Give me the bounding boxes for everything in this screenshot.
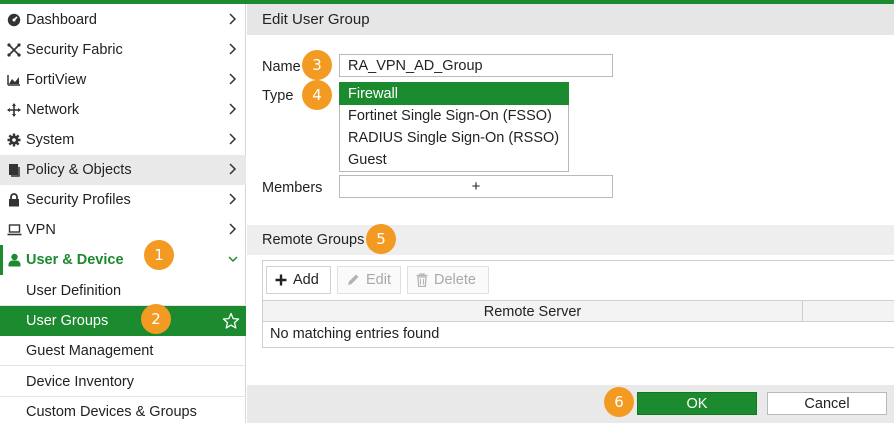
chevron-down-icon <box>228 256 238 263</box>
plus-icon <box>275 274 287 286</box>
security-fabric-icon <box>5 42 23 58</box>
edit-button-label: Edit <box>366 272 391 288</box>
sidebar-subitem-label: User Definition <box>26 282 122 299</box>
type-option-label: Fortinet Single Sign-On (FSSO) <box>348 108 552 124</box>
sidebar-item-vpn[interactable]: VPN <box>0 215 246 245</box>
chevron-right-icon <box>229 223 237 235</box>
edit-button[interactable]: Edit <box>337 266 401 294</box>
sidebar-item-dashboard[interactable]: Dashboard <box>0 5 246 35</box>
sidebar-subitem-label: User Groups <box>26 313 109 329</box>
sidebar-item-label: FortiView <box>26 72 87 88</box>
page-title: Edit User Group <box>247 4 894 35</box>
name-input[interactable]: RA_VPN_AD_Group <box>339 54 613 77</box>
trash-icon <box>416 273 428 287</box>
cancel-button[interactable]: Cancel <box>767 392 887 415</box>
sidebar-subitem-guest-management[interactable]: Guest Management <box>0 336 246 366</box>
page-title-text: Edit User Group <box>262 11 370 28</box>
type-label: Type <box>262 88 294 104</box>
user-icon <box>5 252 23 268</box>
sidebar-subitem-device-inventory[interactable]: Device Inventory <box>0 367 246 397</box>
sidebar-subitem-custom-devices-groups[interactable]: Custom Devices & Groups <box>0 397 246 423</box>
star-icon[interactable] <box>222 312 240 330</box>
chevron-right-icon <box>229 103 237 115</box>
sidebar-subitem-label: Custom Devices & Groups <box>26 404 197 420</box>
table-empty-message: No matching entries found <box>270 323 439 345</box>
sidebar-item-label: Policy & Objects <box>26 162 132 178</box>
add-button-label: Add <box>293 272 319 288</box>
laptop-icon <box>5 222 23 238</box>
sidebar-item-label: Security Profiles <box>26 192 131 208</box>
column-header-groups[interactable] <box>803 301 894 322</box>
name-label: Name <box>262 59 301 75</box>
chevron-right-icon <box>229 43 237 55</box>
annotation-badge: 4 <box>302 80 332 110</box>
type-option-rsso[interactable]: RADIUS Single Sign-On (RSSO) <box>339 127 569 150</box>
sidebar-item-fortiview[interactable]: FortiView <box>0 65 246 95</box>
chevron-right-icon <box>229 13 237 25</box>
annotation-badge: 5 <box>366 224 396 254</box>
chevron-right-icon <box>229 133 237 145</box>
fortiview-icon <box>5 72 23 88</box>
annotation-badge: 1 <box>144 240 174 270</box>
type-option-label: RADIUS Single Sign-On (RSSO) <box>348 130 560 146</box>
annotation-badge: 2 <box>141 304 171 334</box>
sidebar-item-policy-objects[interactable]: Policy & Objects <box>0 155 246 185</box>
annotation-badge: 6 <box>604 387 634 417</box>
pencil-icon <box>348 274 359 285</box>
sidebar: Dashboard Security Fabric FortiView Netw… <box>0 4 246 423</box>
sidebar-subitem-label: Guest Management <box>26 342 154 359</box>
ok-button[interactable]: OK <box>637 392 757 415</box>
empty-message-text: No matching entries found <box>270 326 440 342</box>
lock-icon <box>5 192 23 208</box>
sidebar-item-label: System <box>26 132 75 148</box>
sidebar-item-label: Dashboard <box>26 12 97 28</box>
sidebar-item-network[interactable]: Network <box>0 95 246 125</box>
type-option-label: Firewall <box>348 85 398 102</box>
dashboard-icon <box>5 12 23 28</box>
sidebar-item-system[interactable]: System <box>0 125 246 155</box>
type-option-label: Guest <box>348 152 387 168</box>
sidebar-subitem-label: Device Inventory <box>26 373 134 390</box>
remote-groups-header: Remote Groups <box>247 225 894 255</box>
name-input-value: RA_VPN_AD_Group <box>348 57 483 74</box>
sidebar-subitem-user-groups[interactable]: User Groups <box>0 306 246 336</box>
add-button[interactable]: Add <box>266 266 331 294</box>
table-header-row: Remote Server <box>263 300 894 322</box>
delete-button[interactable]: Delete <box>407 266 489 294</box>
type-option-guest[interactable]: Guest <box>339 149 569 172</box>
policy-icon <box>5 162 23 178</box>
sidebar-item-label: VPN <box>26 222 56 238</box>
column-header-remote-server[interactable]: Remote Server <box>263 301 802 322</box>
sidebar-item-user-device[interactable]: User & Device <box>0 245 246 275</box>
members-add-field[interactable]: + <box>339 175 613 198</box>
sidebar-item-label: Security Fabric <box>26 42 123 58</box>
annotation-badge: 3 <box>302 50 332 80</box>
sidebar-item-label: Network <box>26 102 80 118</box>
type-option-fsso[interactable]: Fortinet Single Sign-On (FSSO) <box>339 105 569 128</box>
chevron-right-icon <box>229 163 237 175</box>
gear-icon <box>5 132 23 148</box>
remote-groups-title: Remote Groups <box>262 232 365 248</box>
delete-button-label: Delete <box>434 272 476 288</box>
sidebar-item-security-fabric[interactable]: Security Fabric <box>0 35 246 65</box>
ok-button-label: OK <box>686 395 708 412</box>
cancel-button-label: Cancel <box>804 395 850 412</box>
plus-icon: + <box>471 178 481 195</box>
type-option-firewall[interactable]: Firewall <box>339 82 569 105</box>
members-label: Members <box>262 180 323 196</box>
chevron-right-icon <box>229 193 237 205</box>
sidebar-item-security-profiles[interactable]: Security Profiles <box>0 185 246 215</box>
column-header-label: Remote Server <box>483 303 582 320</box>
sidebar-item-label: User & Device <box>26 252 124 268</box>
network-icon <box>5 102 23 118</box>
sidebar-subitem-user-definition[interactable]: User Definition <box>0 276 246 306</box>
chevron-right-icon <box>229 73 237 85</box>
